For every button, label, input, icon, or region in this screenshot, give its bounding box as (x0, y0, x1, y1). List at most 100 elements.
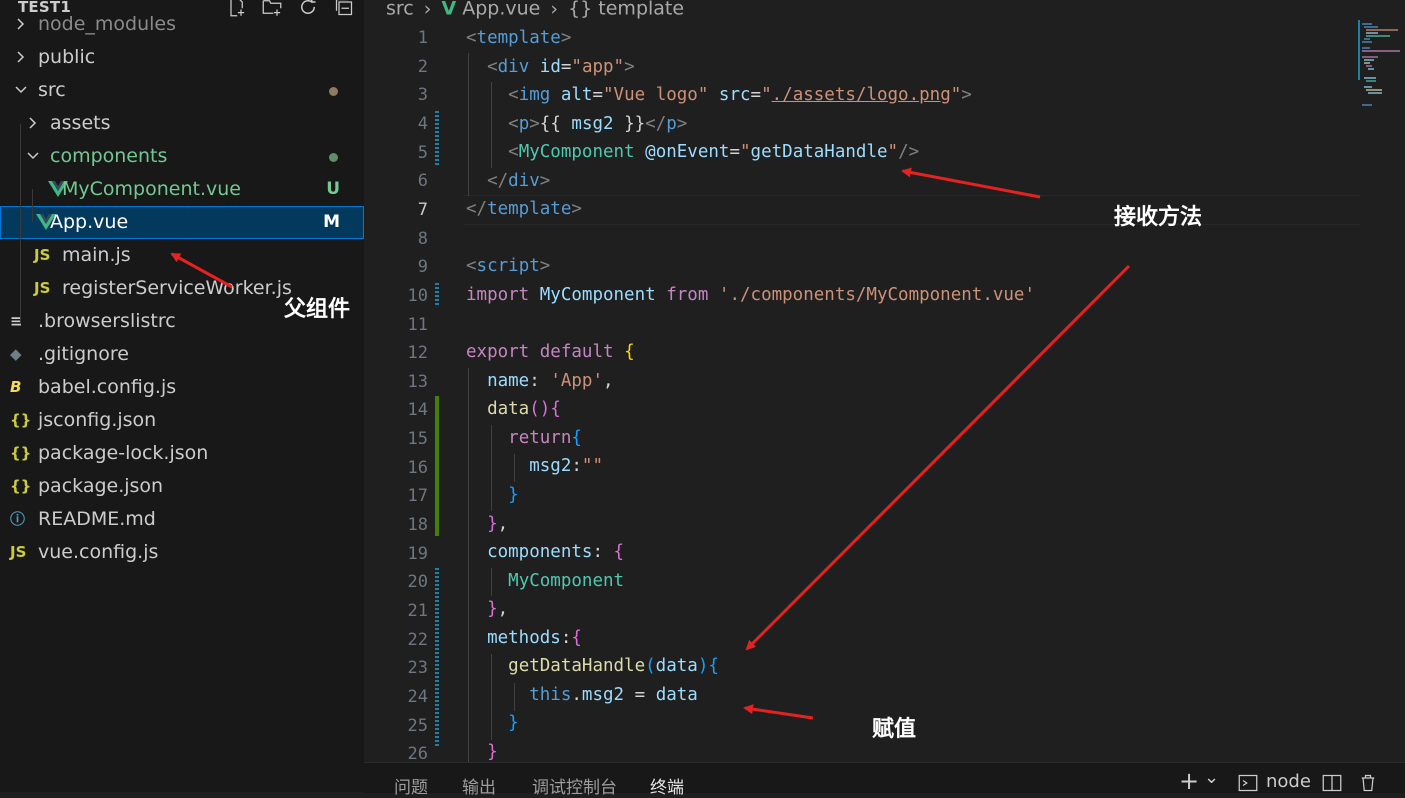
code-line-16[interactable]: msg2:"" (466, 452, 603, 481)
code-line-24[interactable]: this.msg2 = data (466, 681, 698, 710)
line-number: 12 (407, 343, 428, 364)
line-number: 11 (407, 314, 428, 335)
code-line-19[interactable]: components: { (466, 538, 624, 567)
tree-item-label: .browserslistrc (38, 310, 176, 332)
code-line-13[interactable]: name: 'App', (466, 367, 613, 396)
tab-debug-console[interactable]: 调试控制台 (532, 773, 617, 798)
chevron-right-icon: › (550, 0, 559, 20)
explorer-sidebar: TEST1 node_modules public src assets compone… (0, 0, 364, 792)
annotation-assign: 赋值 (872, 716, 917, 742)
tree-item-label: .gitignore (38, 343, 129, 365)
breadcrumb: src › V App.vue › {} template (386, 0, 684, 20)
chevron-right-icon[interactable] (14, 41, 28, 74)
tree-item-label: babel.config.js (38, 376, 177, 398)
line-number: 4 (417, 113, 428, 134)
code-line-12[interactable]: export default { (466, 338, 635, 367)
new-terminal-icon[interactable]: + (1179, 767, 1199, 795)
terminal-name[interactable]: node (1266, 771, 1311, 792)
current-line-highlight (464, 195, 1360, 225)
code-line-1[interactable]: <template> (466, 24, 571, 53)
tree-item[interactable]: assets (0, 107, 364, 140)
tree-item[interactable]: node_modules (0, 8, 364, 41)
tree-item-label: components (50, 145, 168, 167)
code-line-18[interactable]: }, (466, 510, 508, 539)
code-line-14[interactable]: data(){ (466, 395, 561, 424)
tree-item-label: main.js (62, 244, 131, 266)
line-number: 1 (417, 28, 428, 48)
line-number: 25 (407, 715, 428, 736)
code-line-7[interactable]: </template> (466, 195, 582, 224)
tree-item[interactable]: components (0, 140, 364, 173)
line-number: 21 (407, 601, 428, 621)
git-file-icon: ◆ (10, 345, 22, 363)
tree-item[interactable]: ⓘ README.md (0, 503, 364, 536)
tree-item[interactable]: JS main.js (0, 239, 364, 272)
code-line-2[interactable]: <div id="app"> (466, 53, 635, 82)
code-line-5[interactable]: <MyComponent @onEvent="getDataHandle"/> (466, 138, 919, 167)
tab-terminal[interactable]: 终端 (650, 773, 684, 798)
breadcrumb-folder[interactable]: src (386, 0, 414, 20)
tree-item[interactable]: {} package-lock.json (0, 437, 364, 470)
code-line-25[interactable]: } (466, 709, 519, 738)
json-file-icon: {} (10, 411, 32, 429)
line-number: 14 (407, 400, 428, 421)
line-number: 8 (417, 228, 428, 249)
tree-item[interactable]: App.vue M (0, 206, 364, 239)
chevron-down-icon[interactable]: ⌄ (1204, 767, 1219, 788)
terminal-icon (1238, 774, 1258, 792)
annotation-parent-component: 父组件 (284, 296, 351, 322)
code-line-23[interactable]: getDataHandle(data){ (466, 652, 719, 681)
chevron-right-icon: › (423, 0, 432, 20)
git-status-badge: U (326, 179, 340, 199)
code-line-15[interactable]: return{ (466, 424, 582, 453)
line-number: 20 (407, 572, 428, 593)
tree-item-label: assets (50, 112, 111, 134)
tree-item[interactable]: public (0, 41, 364, 74)
code-line-20[interactable]: MyComponent (466, 567, 624, 596)
minimap[interactable] (1358, 20, 1405, 130)
json-file-icon: {} (10, 444, 32, 462)
tree-item[interactable]: src (0, 74, 364, 107)
chevron-right-icon[interactable] (14, 8, 28, 41)
tree-item-label: registerServiceWorker.js (62, 277, 292, 299)
line-number: 5 (417, 142, 428, 163)
code-line-22[interactable]: methods:{ (466, 624, 582, 653)
chevron-right-icon[interactable] (26, 107, 40, 140)
split-terminal-icon[interactable] (1322, 773, 1342, 793)
tree-item-label: MyComponent.vue (62, 178, 241, 200)
code-editor[interactable]: src › V App.vue › {} template 1234567891… (364, 0, 1405, 762)
line-number: 16 (407, 457, 428, 478)
tree-item[interactable]: MyComponent.vue U (0, 173, 364, 206)
tree-item[interactable]: JS vue.config.js (0, 536, 364, 569)
code-line-9[interactable]: <script> (466, 252, 550, 281)
chevron-down-icon[interactable] (14, 74, 28, 107)
chevron-down-icon[interactable] (26, 140, 40, 173)
tree-item-label: node_modules (38, 13, 177, 35)
tree-item[interactable]: Bbabel.config.js (0, 371, 364, 404)
tree-item[interactable]: ◆ .gitignore (0, 338, 364, 371)
tree-item[interactable]: {} jsconfig.json (0, 404, 364, 437)
tab-problems[interactable]: 问题 (394, 773, 428, 798)
code-line-21[interactable]: }, (466, 595, 508, 624)
line-number: 3 (417, 85, 428, 106)
tab-output[interactable]: 输出 (462, 773, 496, 798)
line-number: 17 (407, 486, 428, 507)
json-file-icon: {} (10, 477, 32, 495)
code-line-26[interactable]: } (466, 738, 498, 762)
code-line-3[interactable]: <img alt="Vue logo" src="./assets/logo.p… (466, 81, 972, 110)
code-line-10[interactable]: import MyComponent from './components/My… (466, 281, 1035, 310)
trash-icon[interactable] (1358, 773, 1378, 793)
line-number: 15 (407, 429, 428, 450)
line-number: 22 (407, 629, 428, 650)
line-number: 9 (417, 257, 428, 278)
tree-item-label: vue.config.js (38, 541, 159, 563)
code-line-4[interactable]: <p>{{ msg2 }}</p> (466, 110, 687, 139)
code-line-6[interactable]: </div> (466, 167, 550, 196)
breadcrumb-symbol[interactable]: template (598, 0, 684, 20)
tree-item-label: App.vue (50, 211, 129, 233)
bottom-panel: 问题 输出 调试控制台 终端 + ⌄ node (364, 762, 1405, 798)
tree-item[interactable]: {} package.json (0, 470, 364, 503)
breadcrumb-file[interactable]: App.vue (462, 0, 540, 20)
code-line-17[interactable]: } (466, 481, 519, 510)
babel-file-icon: B (10, 378, 22, 396)
